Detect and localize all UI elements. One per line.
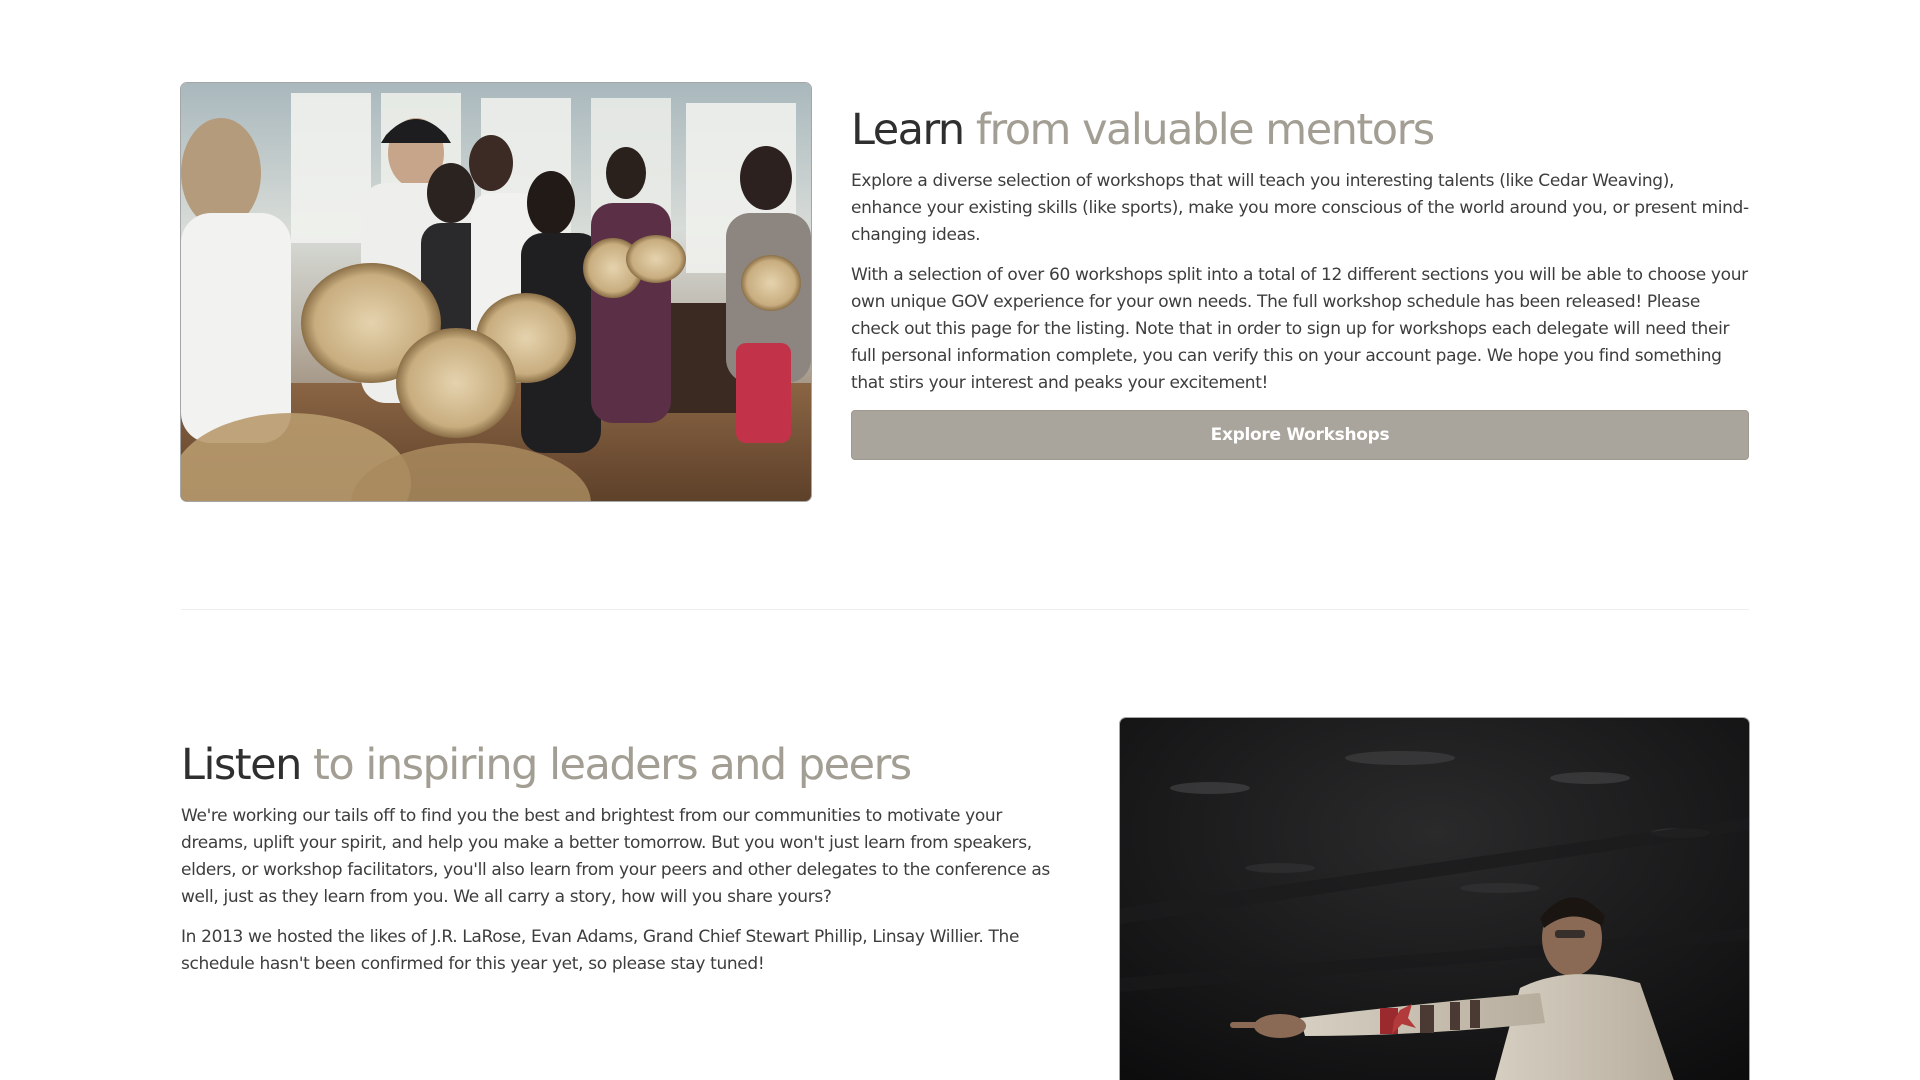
leaders-section: Listen to inspiring leaders and peers We…: [181, 718, 1749, 1080]
drum-circle-photo: [181, 83, 811, 501]
leaders-heading: Listen to inspiring leaders and peers: [181, 741, 1061, 789]
leaders-heading-light: to inspiring leaders and peers: [313, 740, 912, 790]
page: Learn from valuable mentors Explore a di…: [0, 0, 1920, 1080]
speaker-pointing-photo: [1120, 718, 1749, 1080]
leaders-paragraph-2: In 2013 we hosted the likes of J.R. LaRo…: [181, 927, 1020, 974]
leaders-paragraph-1: We're working our tails off to find you …: [181, 806, 1050, 907]
mentors-heading: Learn from valuable mentors: [851, 106, 1749, 154]
leaders-text: Listen to inspiring leaders and peers We…: [181, 718, 1061, 991]
mentors-heading-light: from valuable mentors: [975, 105, 1435, 155]
mentors-paragraph-2: With a selection of over 60 workshops sp…: [851, 265, 1748, 393]
mentors-text: Learn from valuable mentors Explore a di…: [851, 83, 1749, 460]
leaders-heading-strong: Listen: [181, 740, 302, 790]
explore-workshops-button[interactable]: Explore Workshops: [851, 410, 1749, 460]
section-divider: [181, 609, 1749, 610]
mentors-heading-strong: Learn: [851, 105, 965, 155]
mentors-paragraph-1: Explore a diverse selection of workshops…: [851, 171, 1749, 245]
mentors-section: Learn from valuable mentors Explore a di…: [181, 83, 1749, 503]
